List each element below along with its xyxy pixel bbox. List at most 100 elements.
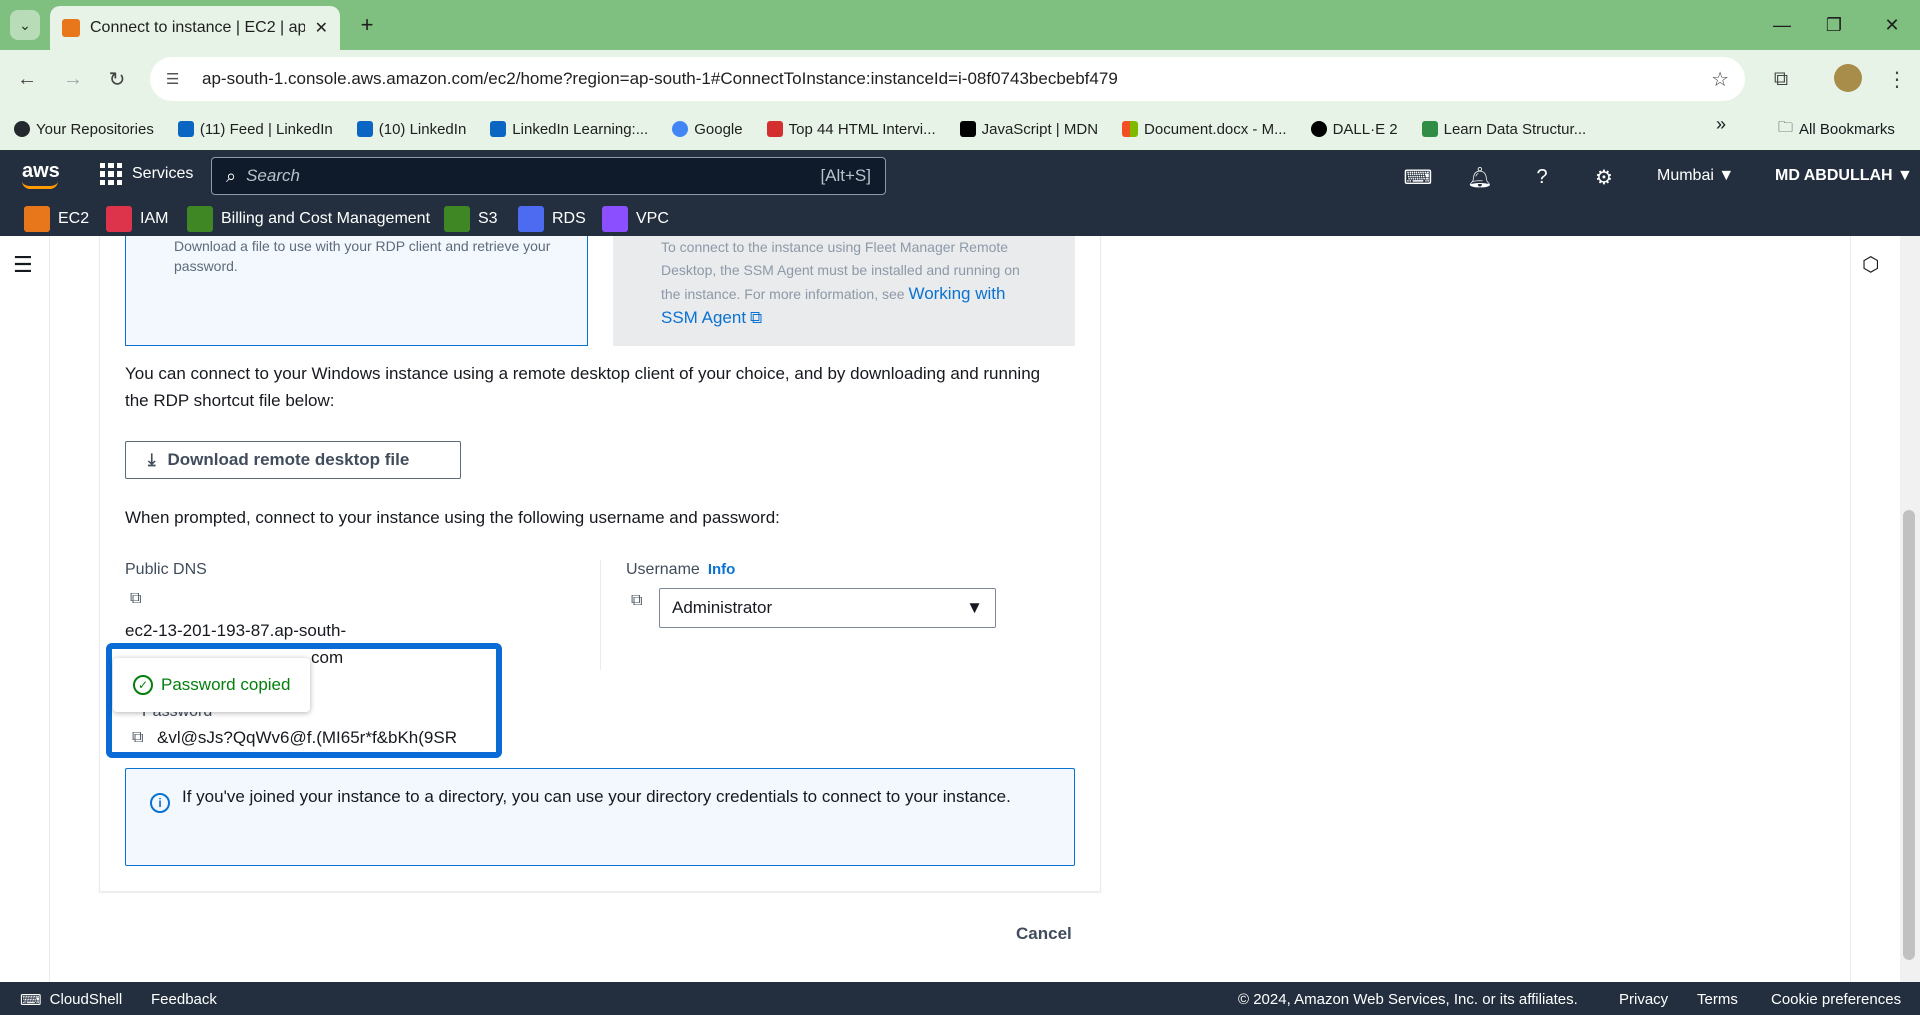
linkedin-icon [177,121,194,137]
fleet-manager-option-card: To connect to the instance using Fleet M… [613,236,1075,346]
favorite-s3[interactable]: S3 [444,206,498,232]
rdp-client-option-card[interactable]: Download a file to use with your RDP cli… [125,236,588,346]
cancel-button[interactable]: Cancel [1016,924,1072,944]
bookmark-item[interactable]: LinkedIn Learning:... [490,121,648,138]
browser-tab[interactable]: Connect to instance | EC2 | ap-s ✕ [50,6,340,50]
privacy-link[interactable]: Privacy [1619,991,1668,1008]
username-label: Username [626,561,700,578]
username-select[interactable]: Administrator ▼ [659,588,996,628]
bookmarks-bar: Your Repositories (11) Feed | LinkedIn (… [0,108,1920,150]
terms-link[interactable]: Terms [1697,991,1738,1008]
username-label-row: Username Info [626,561,735,579]
tools-panel-icon[interactable]: ⬡ [1862,252,1879,277]
right-tools-rail [1850,236,1900,982]
directory-info-text: If you've joined your instance to a dire… [182,787,1011,806]
region-selector[interactable]: Mumbai ▼ [1657,167,1734,185]
fleet-card-description: To connect to the instance using Fleet M… [661,239,1020,327]
close-tab-icon[interactable]: ✕ [315,18,328,38]
notifications-bell-icon[interactable]: 🔔︎ [1467,164,1493,190]
billing-icon [187,206,213,232]
directory-info-alert: i If you've joined your instance to a di… [125,768,1075,866]
forward-button[interactable]: → [56,62,90,96]
cookie-preferences-link[interactable]: Cookie preferences [1771,991,1901,1008]
bookmark-item[interactable]: (10) LinkedIn [356,121,466,138]
connect-description: You can connect to your Windows instance… [125,364,1041,410]
folder-icon: 🗀 [1778,119,1794,136]
menu-kebab-icon[interactable]: ⋮ [1880,62,1914,96]
aws-logo[interactable]: aws [22,160,60,183]
username-info-link[interactable]: Info [708,561,736,578]
gfg-icon [1421,121,1438,137]
tab-title: Connect to instance | EC2 | ap-s [90,19,305,36]
close-window-button[interactable]: ✕ [1862,8,1920,42]
hamburger-menu-icon[interactable]: ☰ [13,252,33,278]
github-icon [14,121,30,137]
services-menu-button[interactable]: Services [100,163,193,185]
caret-down-icon: ▼ [966,598,983,617]
search-icon: ⌕ [226,165,237,186]
url-text: ap-south-1.console.aws.amazon.com/ec2/ho… [202,69,1118,88]
prompt-description: When prompted, connect to your instance … [125,508,780,527]
bookmark-item[interactable]: JavaScript | MDN [959,121,1098,138]
download-remote-desktop-button[interactable]: ⤓ Download remote desktop file [125,441,461,479]
more-bookmarks-chevron-icon[interactable]: » [1716,114,1726,135]
address-bar[interactable]: ☰ ap-south-1.console.aws.amazon.com/ec2/… [150,57,1745,101]
bookmark-item[interactable]: (11) Feed | LinkedIn [177,121,333,138]
linkedin-icon [356,121,373,137]
cloudshell-icon[interactable]: ⌨ [1404,164,1433,190]
minimize-button[interactable]: — [1752,8,1812,42]
html-interview-icon [766,121,783,137]
bookmark-star-icon[interactable]: ☆ [1711,67,1729,92]
bookmark-item[interactable]: Document.docx - M... [1122,121,1287,138]
account-menu[interactable]: MD ABDULLAH ▼ [1775,167,1913,185]
copy-username-icon[interactable]: ⧉ [631,592,642,610]
rdp-card-description: Download a file to use with your RDP cli… [174,238,551,274]
help-icon[interactable]: ? [1529,164,1555,190]
favorite-vpc[interactable]: VPC [602,206,669,232]
feedback-link[interactable]: Feedback [151,991,217,1008]
reload-button[interactable]: ↻ [100,62,134,96]
favorite-billing[interactable]: Billing and Cost Management [187,206,430,232]
back-button[interactable]: ← [10,62,44,96]
favorite-ec2[interactable]: EC2 [24,206,89,232]
bookmark-item[interactable]: Learn Data Structur... [1421,121,1586,138]
aws-search-input[interactable]: ⌕ Search [Alt+S] [211,157,886,195]
vpc-icon [602,206,628,232]
site-info-icon[interactable]: ☰ [166,70,188,88]
bookmark-item[interactable]: Top 44 HTML Intervi... [766,121,936,138]
console-footer: ⌨ CloudShell Feedback © 2024, Amazon Web … [0,982,1920,1015]
favorite-rds[interactable]: RDS [518,206,586,232]
public-dns-value-line1: ec2-13-201-193-87.ap-south- [125,621,347,640]
check-circle-icon: ✓ [133,675,153,695]
iam-icon [106,206,132,232]
favorite-iam[interactable]: IAM [106,206,168,232]
settings-gear-icon[interactable]: ⚙ [1591,164,1617,190]
extensions-icon[interactable]: ⧉ [1764,62,1798,96]
column-divider [600,560,601,670]
new-tab-button[interactable]: + [352,10,382,40]
restore-button[interactable]: ❐ [1804,8,1864,42]
linkedin-learning-icon [490,121,507,137]
bookmark-item[interactable]: Your Repositories [14,121,154,138]
password-copied-tooltip: ✓ Password copied [113,658,310,712]
all-bookmarks[interactable]: 🗀 All Bookmarks [1778,117,1895,142]
download-icon: ⤓ [148,450,156,469]
info-icon: i [150,793,170,813]
copy-dns-icon[interactable]: ⧉ [130,590,141,608]
left-navigation-rail [0,236,50,982]
google-icon [672,121,689,137]
profile-avatar[interactable] [1834,64,1862,92]
scrollbar-thumb[interactable] [1903,510,1915,960]
mdn-icon [959,121,976,137]
bookmark-item[interactable]: Google [672,121,743,138]
cloudshell-link[interactable]: ⌨ CloudShell [20,991,122,1009]
microsoft-icon [1122,121,1139,137]
bookmark-item[interactable]: DALL·E 2 [1310,121,1398,138]
s3-icon [444,206,470,232]
ec2-icon [24,206,50,232]
tab-search-button[interactable]: ⌄ [10,10,40,40]
copyright-text: © 2024, Amazon Web Services, Inc. or its… [1238,991,1578,1008]
ec2-favicon-icon [62,19,80,37]
external-link-icon: ⧉ [749,308,763,327]
openai-icon [1310,121,1327,137]
